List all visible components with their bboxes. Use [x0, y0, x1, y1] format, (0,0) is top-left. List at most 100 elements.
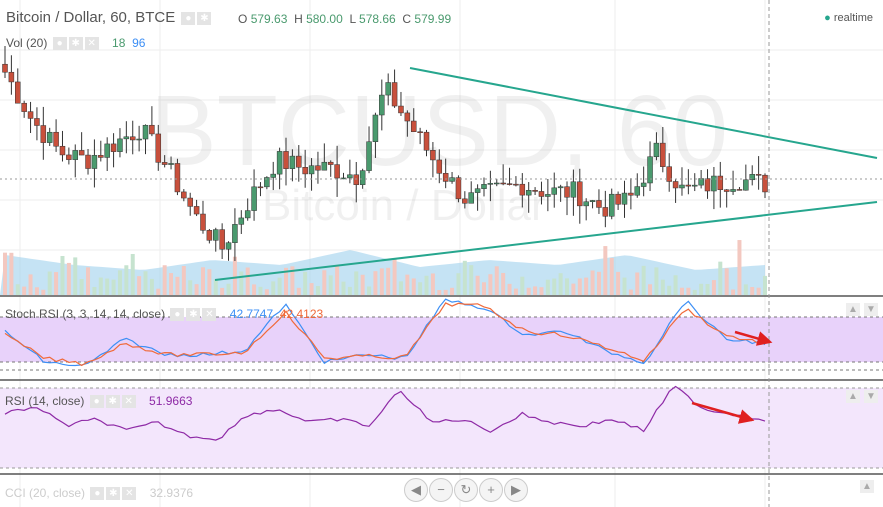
volume-bar: [584, 277, 589, 295]
volume-bar: [175, 276, 180, 295]
volume-bar: [450, 287, 455, 295]
eye-icon[interactable]: ●: [52, 37, 67, 51]
pane-down-icon[interactable]: ▼: [864, 390, 878, 403]
candle-body: [391, 82, 398, 107]
candle-body: [474, 188, 481, 193]
volume-bar: [756, 287, 761, 295]
volume-bar: [156, 288, 161, 295]
candle-body: [468, 192, 474, 204]
volume-bar: [34, 287, 39, 295]
candle-body: [91, 155, 98, 169]
candle-body: [743, 179, 749, 191]
candle-body: [34, 118, 40, 126]
volume-bar: [347, 286, 352, 295]
close-icon[interactable]: ✕: [121, 395, 136, 409]
candle-body: [366, 141, 372, 171]
volume-bar: [341, 281, 346, 295]
candle-body: [8, 71, 15, 83]
gear-icon[interactable]: ✱: [106, 487, 121, 501]
volume-bar: [264, 289, 269, 295]
candle-body: [98, 155, 104, 158]
volume-bar: [271, 281, 276, 295]
volume-bar: [552, 278, 557, 295]
pane-up-icon[interactable]: ▲: [860, 480, 874, 493]
candle-body: [711, 175, 717, 192]
candle-body: [225, 242, 232, 250]
volume-bar: [488, 274, 493, 295]
volume-bar: [232, 256, 237, 295]
close-icon[interactable]: ✕: [122, 487, 137, 501]
volume-bar: [635, 272, 640, 295]
candle-body: [15, 81, 21, 104]
realtime-status: ● realtime: [824, 12, 873, 24]
volume-bar: [686, 287, 691, 295]
pane-up-icon[interactable]: ▲: [846, 303, 860, 316]
close-icon[interactable]: ✕: [202, 308, 217, 322]
candle-body: [449, 177, 455, 182]
volume-bar: [194, 284, 199, 295]
candle-body: [251, 186, 257, 211]
volume-bar: [648, 284, 653, 295]
gear-icon[interactable]: ✱: [105, 395, 120, 409]
volume-bar: [558, 273, 563, 295]
candle-body: [545, 194, 551, 197]
volume-bar: [718, 261, 723, 295]
candle-body: [308, 165, 315, 175]
rsi-legend: RSI (14, close) ● ✱ ✕ 51.9663: [5, 394, 193, 409]
reset-button[interactable]: ↻: [454, 478, 478, 502]
volume-bar: [711, 280, 716, 295]
gear-icon[interactable]: ✱: [186, 308, 201, 322]
volume-bar: [481, 282, 486, 295]
volume-bar: [79, 279, 84, 295]
volume-bar: [54, 272, 59, 295]
volume-bar: [28, 274, 33, 295]
volume-bar: [117, 270, 122, 295]
watermark-sub: Bitcoin / Dollar: [262, 181, 546, 230]
ohlc-readout: O 579.63 H 580.00 L 578.66 C 579.99: [238, 12, 452, 26]
pane-down-icon[interactable]: ▼: [864, 303, 878, 316]
candle-body: [59, 145, 66, 156]
scroll-left-button[interactable]: ◀: [404, 478, 428, 502]
candle-body: [85, 154, 91, 169]
candle-body: [691, 184, 698, 187]
volume-bar: [667, 285, 672, 295]
volume-bar: [47, 271, 52, 295]
candle-body: [40, 125, 47, 143]
candle-body: [417, 131, 423, 133]
volume-bar: [130, 253, 135, 295]
volume-bar: [565, 278, 570, 295]
close-icon[interactable]: ✕: [84, 37, 99, 51]
eye-icon[interactable]: ●: [90, 487, 105, 501]
volume-bar: [98, 277, 103, 295]
volume-bar: [411, 278, 416, 295]
candle-body: [302, 166, 308, 175]
candle-body: [660, 142, 666, 167]
volume-bar: [309, 283, 314, 295]
candle-body: [238, 217, 245, 225]
volume-bar: [596, 271, 601, 295]
eye-icon[interactable]: ●: [181, 11, 196, 25]
volume-bar: [73, 257, 78, 295]
candle-body: [155, 133, 162, 163]
eye-icon[interactable]: ●: [170, 308, 185, 322]
zoom-in-button[interactable]: +: [479, 478, 503, 502]
volume-bar: [207, 269, 212, 295]
scroll-right-button[interactable]: ▶: [504, 478, 528, 502]
candle-body: [570, 181, 577, 198]
candle-body: [621, 192, 628, 205]
eye-icon[interactable]: ●: [89, 395, 104, 409]
candle-body: [110, 143, 117, 152]
volume-bar: [245, 267, 250, 295]
volume-bar: [188, 280, 193, 295]
pane-up-icon[interactable]: ▲: [846, 390, 860, 403]
candle-body: [717, 175, 724, 190]
volume-bar: [501, 272, 506, 295]
gear-icon[interactable]: ✱: [68, 37, 83, 51]
volume-bar: [724, 268, 729, 295]
volume-bar: [9, 252, 14, 295]
gear-icon[interactable]: ✱: [197, 11, 212, 25]
candle-body: [653, 142, 660, 157]
chart-canvas[interactable]: BTCUSD, 60Bitcoin / Dollar: [0, 0, 883, 507]
zoom-out-button[interactable]: −: [429, 478, 453, 502]
candle-body: [410, 120, 417, 132]
